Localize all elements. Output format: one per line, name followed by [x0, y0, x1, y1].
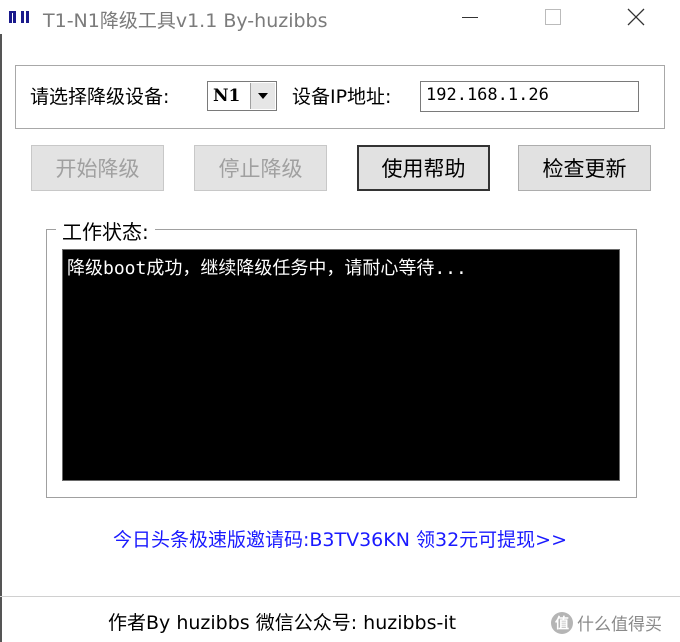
footer-divider: [0, 596, 680, 597]
close-icon: [627, 8, 645, 26]
status-console: 降级boot成功，继续降级任务中，请耐心等待...: [62, 249, 620, 481]
maximize-icon: [545, 9, 561, 25]
minimize-icon: [462, 16, 478, 18]
help-button[interactable]: 使用帮助: [357, 145, 490, 191]
status-group-title: 工作状态:: [56, 216, 155, 245]
dropdown-arrow-icon[interactable]: [250, 83, 275, 109]
device-select-value: N1: [213, 86, 241, 106]
close-button[interactable]: [606, 0, 666, 34]
maximize-button[interactable]: [523, 0, 583, 34]
stop-downgrade-button[interactable]: 停止降级: [194, 145, 327, 191]
device-settings-panel: 请选择降级设备: N1 设备IP地址: 192.168.1.26: [15, 65, 665, 129]
ip-address-input[interactable]: 192.168.1.26: [420, 81, 639, 112]
check-update-button[interactable]: 检查更新: [518, 145, 651, 191]
author-footer: 作者By huzibbs 微信公众号: huzibbs-it: [108, 612, 457, 634]
title-bar[interactable]: T1-N1降级工具v1.1 By-huzibbs: [0, 0, 680, 34]
watermark: 值 什么值得买: [551, 610, 662, 635]
ip-address-label: 设备IP地址:: [292, 86, 392, 108]
device-select-label: 请选择降级设备:: [30, 86, 170, 108]
status-message: 降级boot成功，继续降级任务中，请耐心等待...: [67, 258, 467, 279]
app-icon: [9, 11, 29, 23]
start-downgrade-button[interactable]: 开始降级: [31, 145, 164, 191]
minimize-button[interactable]: [440, 0, 500, 34]
watermark-text: 什么值得买: [577, 615, 662, 635]
watermark-logo-icon: 值: [551, 611, 573, 634]
window-title: T1-N1降级工具v1.1 By-huzibbs: [43, 10, 328, 32]
device-select[interactable]: N1: [207, 81, 277, 111]
promo-link[interactable]: 今日头条极速版邀请码:B3TV36KN 领32元可提现>>: [0, 525, 680, 552]
